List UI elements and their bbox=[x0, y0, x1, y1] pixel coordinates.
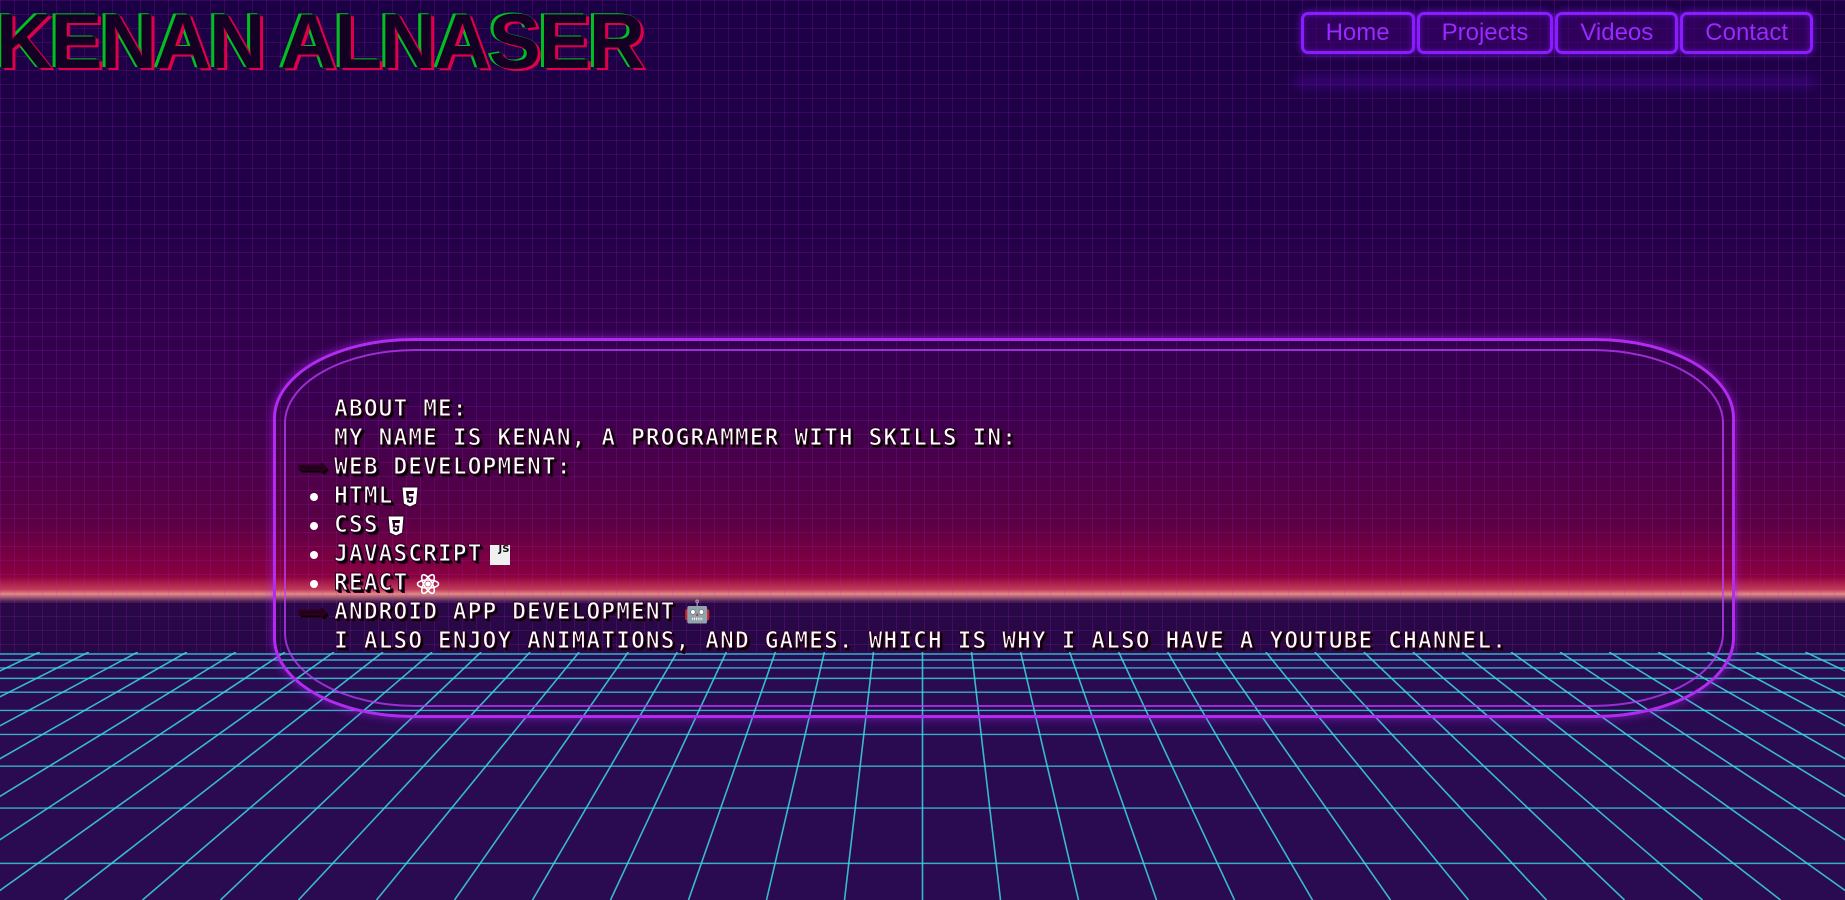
arrow-icon: ⟹ bbox=[298, 600, 328, 625]
skill-list-item: JAVASCRIPT JS bbox=[298, 540, 1507, 569]
android-label: ANDROID APP DEVELOPMENT bbox=[334, 599, 676, 626]
nav-contact-button[interactable]: Contact bbox=[1680, 12, 1813, 54]
about-heading: ABOUT ME: bbox=[334, 396, 468, 423]
site-title: KENAN ALNASER bbox=[0, 0, 645, 85]
main-nav: Home Projects Videos Contact bbox=[1300, 12, 1813, 54]
about-outro: I ALSO ENJOY ANIMATIONS, AND GAMES. WHIC… bbox=[334, 628, 1507, 655]
about-section: ABOUT ME: MY NAME IS KENAN, A PROGRAMMER… bbox=[298, 395, 1507, 656]
robot-icon: 🤖 bbox=[683, 600, 712, 625]
skill-label: JAVASCRIPT bbox=[333, 541, 483, 568]
web-dev-line: ⟹ WEB DEVELOPMENT: bbox=[298, 453, 1507, 482]
bullet-icon bbox=[310, 579, 318, 588]
about-heading-line: ABOUT ME: bbox=[298, 395, 1507, 424]
nav-projects-button[interactable]: Projects bbox=[1416, 12, 1554, 54]
about-intro-line: MY NAME IS KENAN, A PROGRAMMER WITH SKIL… bbox=[298, 424, 1507, 453]
about-outro-line: I ALSO ENJOY ANIMATIONS, AND GAMES. WHIC… bbox=[298, 627, 1507, 656]
skill-label: CSS bbox=[334, 512, 379, 539]
html5-icon bbox=[401, 486, 419, 508]
skill-list-item: CSS bbox=[298, 511, 1507, 540]
bullet-icon bbox=[310, 521, 318, 530]
react-icon bbox=[416, 572, 440, 596]
nav-videos-button[interactable]: Videos bbox=[1555, 12, 1679, 54]
bullet-icon bbox=[310, 550, 318, 559]
bullet-icon bbox=[310, 492, 318, 501]
js-icon: JS bbox=[490, 544, 511, 565]
page-background: KENAN ALNASER Home Projects Videos Conta… bbox=[0, 0, 1845, 900]
skill-list-item: HTML bbox=[298, 482, 1507, 511]
css3-icon bbox=[387, 515, 405, 537]
nav-home-button[interactable]: Home bbox=[1300, 12, 1415, 54]
arrow-icon: ⟹ bbox=[298, 455, 328, 480]
nav-glow-decoration bbox=[1295, 78, 1815, 86]
android-line: ⟹ ANDROID APP DEVELOPMENT 🤖 bbox=[298, 598, 1507, 627]
web-dev-label: WEB DEVELOPMENT: bbox=[334, 454, 572, 481]
skill-label: REACT bbox=[333, 570, 409, 597]
skill-list-item: REACT bbox=[298, 569, 1507, 598]
skill-label: HTML bbox=[333, 483, 394, 510]
about-intro: MY NAME IS KENAN, A PROGRAMMER WITH SKIL… bbox=[334, 425, 1017, 452]
